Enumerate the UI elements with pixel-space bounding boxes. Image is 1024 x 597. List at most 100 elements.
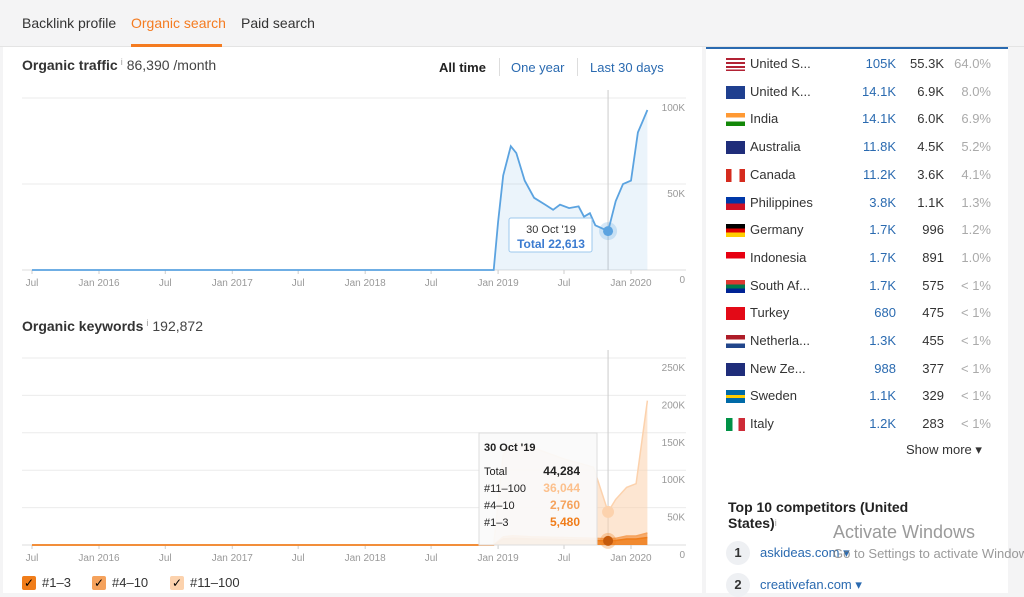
tooltip-label: #11–100: [484, 483, 526, 495]
country-row[interactable]: New Ze... 988 377 < 1%: [726, 359, 996, 381]
country-traffic[interactable]: 680: [874, 305, 896, 320]
country-traffic[interactable]: 14.1K: [862, 84, 896, 99]
organic-traffic-chart[interactable]: 0 50K 100K Jul Jan 2016 Jul Jan 2017 Jul Jan 201…: [0, 90, 700, 295]
country-row[interactable]: Canada 11.2K 3.6K 4.1%: [726, 165, 996, 187]
info-icon[interactable]: i: [775, 518, 777, 528]
flag-nz-icon: [726, 362, 745, 376]
country-traffic[interactable]: 1.1K: [869, 388, 896, 403]
organic-keywords-heading: Organic keywords i 192,872: [22, 318, 203, 334]
country-share: 8.0%: [961, 83, 991, 99]
country-keywords: 283: [922, 416, 944, 432]
country-row[interactable]: Italy 1.2K 283 < 1%: [726, 414, 996, 436]
country-keywords: 4.5K: [917, 139, 944, 155]
country-traffic[interactable]: 14.1K: [862, 111, 896, 126]
country-share: 64.0%: [954, 56, 991, 71]
country-name[interactable]: Canada: [750, 167, 796, 182]
country-name[interactable]: Australia: [750, 139, 801, 154]
country-share: 4.1%: [961, 166, 991, 182]
country-traffic[interactable]: 11.8K: [863, 139, 896, 154]
country-name[interactable]: South Af...: [750, 278, 810, 293]
checkbox-icon[interactable]: ✓: [170, 575, 184, 590]
country-share: < 1%: [961, 277, 991, 293]
country-share: < 1%: [961, 360, 991, 376]
tab-bar: Backlink profile Organic search Paid sea…: [0, 0, 1024, 47]
country-keywords: 891: [922, 249, 944, 265]
country-share: 5.2%: [961, 139, 991, 155]
divider: [577, 58, 578, 76]
country-row[interactable]: South Af... 1.7K 575 < 1%: [726, 276, 996, 298]
country-name[interactable]: United S...: [750, 56, 811, 71]
competitor-item[interactable]: 1 askideas.com ▾: [726, 541, 850, 565]
checkbox-icon[interactable]: ✓: [92, 575, 106, 590]
info-icon[interactable]: i: [146, 318, 148, 328]
country-row[interactable]: Germany 1.7K 996 1.2%: [726, 220, 996, 242]
country-name[interactable]: New Ze...: [750, 361, 806, 376]
country-traffic[interactable]: 988: [874, 361, 896, 376]
x-tick-label: Jul: [159, 278, 172, 289]
tooltip-total: Total 22,613: [517, 237, 585, 251]
competitor-link[interactable]: creativefan.com ▾: [760, 577, 862, 593]
country-share: 1.2%: [961, 222, 991, 238]
country-name[interactable]: Italy: [750, 416, 774, 431]
x-tick-label: Jul: [425, 553, 438, 564]
country-traffic[interactable]: 3.8K: [869, 195, 896, 210]
country-traffic[interactable]: 1.7K: [869, 222, 896, 237]
range-all-time[interactable]: All time: [439, 60, 486, 75]
organic-traffic-title: Organic traffic: [22, 57, 118, 73]
country-name[interactable]: Philippines: [750, 195, 813, 210]
y-tick-label: 50K: [667, 189, 685, 200]
hover-point: [602, 505, 615, 518]
country-row[interactable]: United S... 105K 55.3K 64.0%: [726, 54, 996, 76]
country-row[interactable]: Australia 11.8K 4.5K 5.2%: [726, 137, 996, 159]
country-name[interactable]: Turkey: [750, 305, 789, 320]
legend-item-4-10[interactable]: ✓ #4–10: [92, 575, 148, 590]
country-name[interactable]: Indonesia: [750, 250, 806, 265]
country-traffic[interactable]: 1.3K: [869, 333, 896, 348]
organic-keywords-chart[interactable]: 0 50K 100K 150K 200K 250K Jul Jan 2016 Jul Jan 20…: [0, 350, 700, 570]
country-share: < 1%: [961, 388, 991, 404]
competitor-item[interactable]: 2 creativefan.com ▾: [726, 573, 862, 597]
country-row[interactable]: United K... 14.1K 6.9K 8.0%: [726, 82, 996, 104]
info-icon[interactable]: i: [121, 57, 123, 67]
x-tick-label: Jan 2020: [610, 278, 652, 289]
range-one-year[interactable]: One year: [511, 60, 564, 75]
country-name[interactable]: India: [750, 111, 778, 126]
country-row[interactable]: Sweden 1.1K 329 < 1%: [726, 386, 996, 408]
country-traffic[interactable]: 105K: [866, 56, 896, 71]
x-tick-label: Jul: [425, 278, 438, 289]
tab-backlink-profile[interactable]: Backlink profile: [22, 15, 116, 31]
country-row[interactable]: Netherla... 1.3K 455 < 1%: [726, 331, 996, 353]
competitor-link[interactable]: askideas.com ▾: [760, 545, 850, 561]
country-name[interactable]: Germany: [750, 222, 803, 237]
country-row[interactable]: India 14.1K 6.0K 6.9%: [726, 109, 996, 131]
checkbox-icon[interactable]: ✓: [22, 575, 36, 590]
country-name[interactable]: Netherla...: [750, 333, 810, 348]
flag-ca-icon: [726, 168, 745, 182]
legend-item-11-100[interactable]: ✓ #11–100: [170, 575, 240, 590]
rank-badge: 2: [726, 573, 750, 597]
range-last-30-days[interactable]: Last 30 days: [590, 60, 664, 75]
country-row[interactable]: Turkey 680 475 < 1%: [726, 303, 996, 325]
country-keywords: 6.0K: [917, 111, 944, 127]
x-tick-label: Jul: [26, 278, 39, 289]
country-traffic[interactable]: 1.2K: [869, 416, 896, 431]
country-row[interactable]: Indonesia 1.7K 891 1.0%: [726, 248, 996, 270]
flag-za-icon: [726, 279, 745, 293]
country-name[interactable]: United K...: [750, 84, 811, 99]
country-name[interactable]: Sweden: [750, 388, 797, 403]
country-row[interactable]: Philippines 3.8K 1.1K 1.3%: [726, 193, 996, 215]
tab-organic-search[interactable]: Organic search: [131, 15, 226, 31]
flag-se-icon: [726, 390, 745, 404]
legend-item-1-3[interactable]: ✓ #1–3: [22, 575, 71, 590]
legend-label: #1–3: [42, 575, 71, 590]
country-traffic[interactable]: 1.7K: [869, 250, 896, 265]
tab-paid-search[interactable]: Paid search: [241, 15, 315, 31]
country-traffic[interactable]: 11.2K: [863, 167, 896, 182]
country-share: 1.3%: [961, 194, 991, 210]
show-more-button[interactable]: Show more ▾: [906, 442, 982, 458]
x-tick-label: Jan 2017: [212, 278, 254, 289]
flag-ph-icon: [726, 196, 745, 210]
country-traffic[interactable]: 1.7K: [869, 278, 896, 293]
x-tick-label: Jan 2016: [78, 553, 120, 564]
x-tick-label: Jan 2018: [345, 553, 387, 564]
